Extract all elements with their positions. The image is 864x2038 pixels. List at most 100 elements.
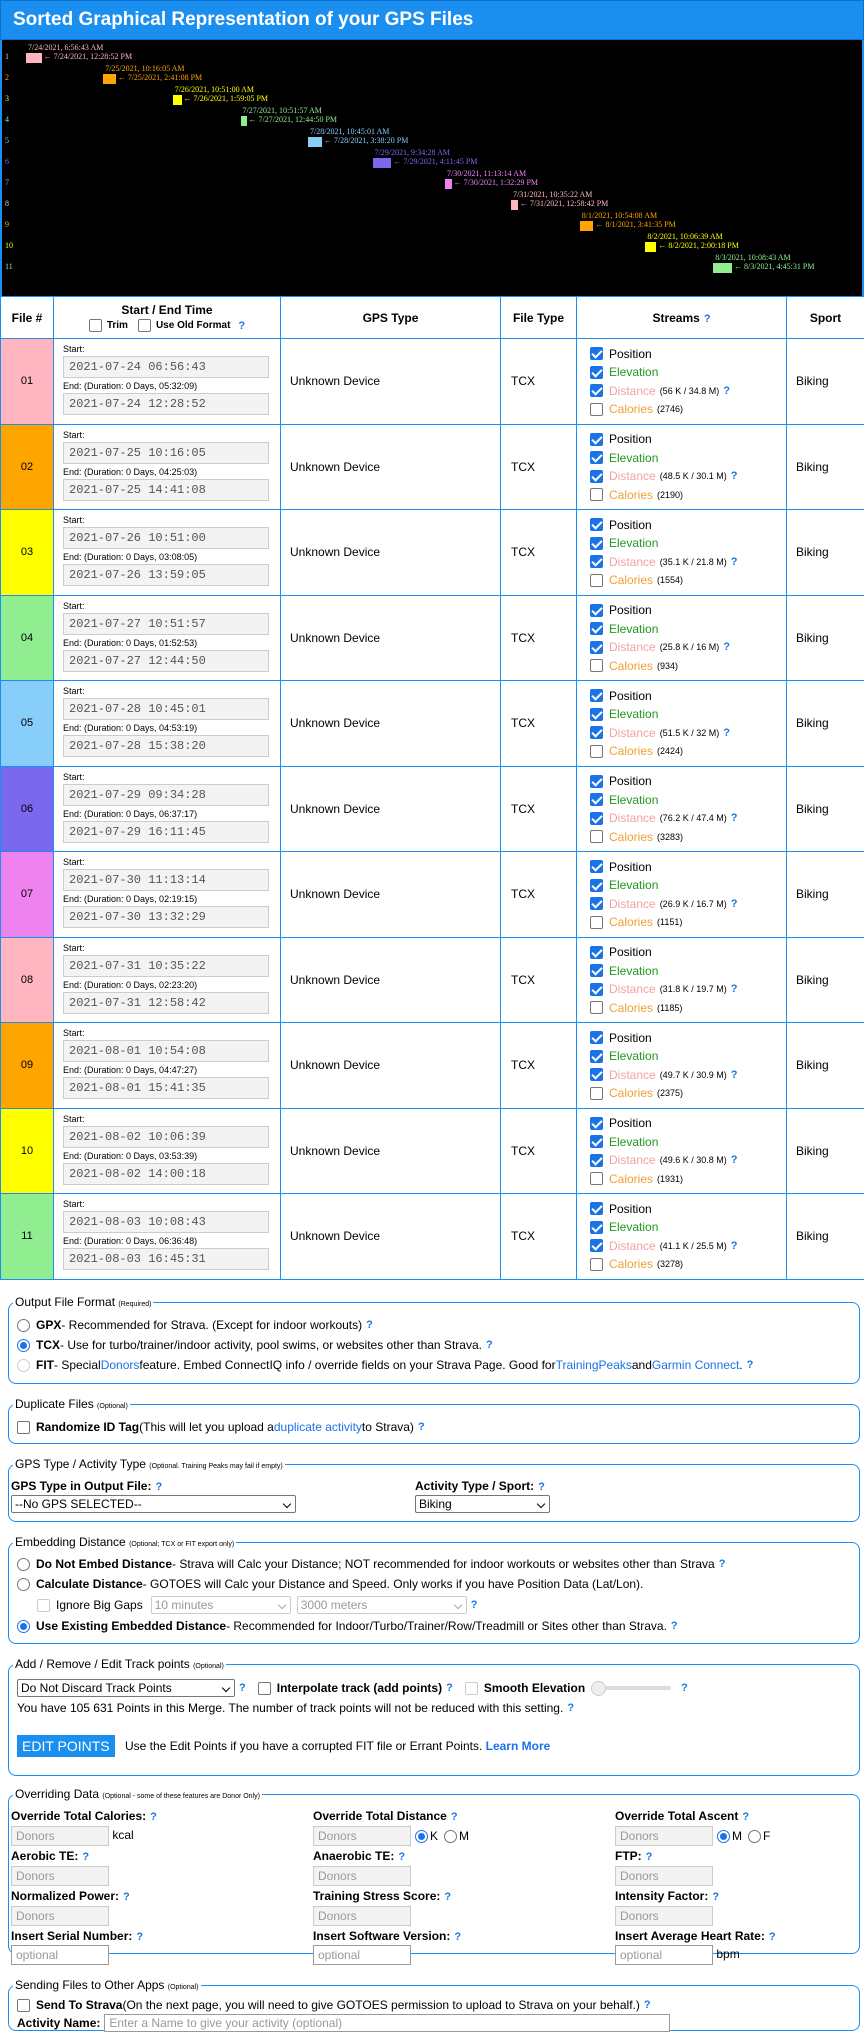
help-icon[interactable]: ? [644,1999,651,2011]
help-icon[interactable]: ? [567,1702,574,1714]
activity-name-input[interactable]: Enter a Name to give your activity (opti… [104,2014,671,2032]
smooth-checkbox[interactable] [464,1681,478,1695]
elevation-checkbox[interactable] [590,1220,603,1234]
calories-checkbox[interactable] [590,659,603,672]
help-icon[interactable]: ? [731,1240,738,1252]
gap-minutes-select[interactable]: 10 minutes [150,1596,291,1614]
position-checkbox[interactable] [590,1202,603,1215]
help-icon[interactable]: ? [731,898,738,910]
software-version-input[interactable]: optional [313,1945,411,1965]
trainingpeaks-link[interactable]: TrainingPeaks [556,1358,632,1372]
distance-checkbox[interactable] [590,1239,603,1252]
start-time-input[interactable]: 2021-07-29 09:34:28 [63,783,269,806]
send-strava-checkbox[interactable] [17,1998,30,2012]
elevation-checkbox[interactable] [590,878,603,892]
anaerobic-te-input[interactable]: Donors [313,1866,411,1886]
elevation-checkbox[interactable] [590,622,603,635]
end-time-input[interactable]: 2021-07-31 12:58:42 [63,991,269,1014]
start-time-input[interactable]: 2021-08-02 10:06:39 [63,1125,269,1148]
help-icon[interactable]: ? [82,1851,89,1863]
aerobic-te-input[interactable]: Donors [11,1866,109,1886]
help-icon[interactable]: ? [418,1421,425,1433]
help-icon[interactable]: ? [723,641,730,653]
randomize-checkbox[interactable] [17,1420,30,1434]
distance-checkbox[interactable] [590,640,603,654]
distance-checkbox[interactable] [590,897,603,910]
end-time-input[interactable]: 2021-07-24 12:28:52 [63,393,269,416]
start-time-input[interactable]: 2021-07-28 10:45:01 [63,698,269,721]
elevation-checkbox[interactable] [590,793,603,806]
fit-radio[interactable] [17,1358,30,1372]
position-checkbox[interactable] [590,945,603,959]
no-embed-option[interactable]: Do Not Embed Distance - Strava will Calc… [17,1557,725,1571]
distance-checkbox[interactable] [590,384,603,397]
help-icon[interactable]: ? [731,812,738,824]
randomize-option[interactable]: Randomize ID Tag (This will let you uplo… [17,1420,425,1434]
elevation-checkbox[interactable] [590,964,603,977]
help-icon[interactable]: ? [366,1319,373,1331]
calories-checkbox[interactable] [590,573,603,587]
help-icon[interactable]: ? [731,983,738,995]
gap-meters-select[interactable]: 3000 meters [296,1596,467,1614]
calories-checkbox[interactable] [590,402,603,416]
tcx-radio[interactable] [17,1338,30,1352]
calories-checkbox[interactable] [590,1172,603,1185]
fit-option[interactable]: FIT - Special Donors feature. Embed Conn… [17,1358,753,1372]
start-time-input[interactable]: 2021-07-27 10:51:57 [63,612,269,635]
help-icon[interactable]: ? [731,556,738,568]
no-embed-radio[interactable] [17,1557,30,1571]
elevation-checkbox[interactable] [590,1049,603,1063]
help-icon[interactable]: ? [723,385,730,397]
tss-input[interactable]: Donors [313,1906,411,1926]
help-icon[interactable]: ? [681,1682,688,1694]
help-icon[interactable]: ? [150,1811,157,1823]
help-icon[interactable]: ? [538,1481,545,1493]
normalized-power-input[interactable]: Donors [11,1906,109,1926]
ignore-gaps-option[interactable]: Ignore Big Gaps 10 minutes 3000 meters? [37,1596,477,1614]
help-icon[interactable]: ? [486,1339,493,1351]
calories-checkbox[interactable] [590,488,603,501]
help-icon[interactable]: ? [731,1069,738,1081]
calories-checkbox[interactable] [590,915,603,929]
help-icon[interactable]: ? [451,1811,458,1823]
position-checkbox[interactable] [590,518,603,531]
distance-checkbox[interactable] [590,1068,603,1081]
heart-rate-input[interactable]: optional [615,1945,713,1965]
calories-checkbox[interactable] [590,1001,603,1014]
end-time-input[interactable]: 2021-07-27 12:44:50 [63,649,269,672]
elevation-checkbox[interactable] [590,707,603,721]
gps-type-select[interactable]: --No GPS SELECTED-- [11,1495,296,1513]
position-checkbox[interactable] [590,603,603,617]
position-checkbox[interactable] [590,774,603,788]
serial-number-input[interactable]: optional [11,1945,109,1965]
calories-checkbox[interactable] [590,1086,603,1100]
learn-more-link[interactable]: Learn More [486,1739,551,1753]
gpx-option[interactable]: GPX - Recommended for Strava. (Except fo… [17,1318,373,1332]
end-time-input[interactable]: 2021-07-28 15:38:20 [63,735,269,758]
interpolate-checkbox[interactable] [257,1681,271,1695]
distance-m-radio[interactable] [444,1829,458,1843]
position-checkbox[interactable] [590,860,603,873]
end-time-input[interactable]: 2021-07-30 13:32:29 [63,906,269,929]
ascent-m-radio[interactable] [717,1829,730,1843]
calories-input[interactable]: Donors [11,1826,109,1846]
distance-checkbox[interactable] [590,555,603,568]
help-icon[interactable]: ? [704,313,711,325]
end-time-input[interactable]: 2021-08-03 16:45:31 [63,1248,269,1271]
donors-link[interactable]: Donors [101,1358,140,1372]
position-checkbox[interactable] [590,689,603,702]
help-icon[interactable]: ? [446,1682,453,1694]
help-icon[interactable]: ? [723,727,730,739]
help-icon[interactable]: ? [731,470,738,482]
intensity-factor-input[interactable]: Donors [615,1906,713,1926]
help-icon[interactable]: ? [731,1154,738,1166]
help-icon[interactable]: ? [238,320,245,332]
help-icon[interactable]: ? [454,1931,461,1943]
help-icon[interactable]: ? [742,1811,749,1823]
start-time-input[interactable]: 2021-07-26 10:51:00 [63,527,269,550]
elevation-checkbox[interactable] [590,365,603,379]
old-format-checkbox[interactable] [137,319,151,332]
use-existing-radio[interactable] [17,1619,30,1633]
help-icon[interactable]: ? [671,1620,678,1632]
activity-type-select[interactable]: Biking [415,1495,550,1513]
